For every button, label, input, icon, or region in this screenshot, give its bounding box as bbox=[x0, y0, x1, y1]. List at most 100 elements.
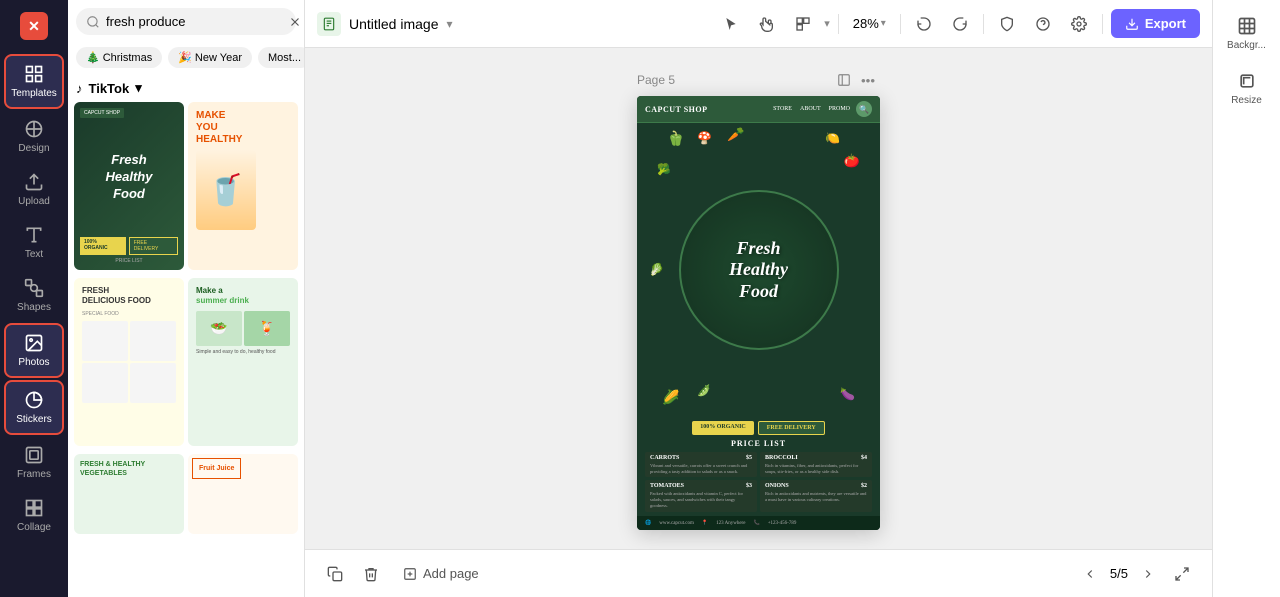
more-dots-icon: ••• bbox=[861, 73, 875, 88]
search-bar-container bbox=[76, 8, 296, 35]
undo-btn[interactable] bbox=[909, 9, 939, 39]
right-panel-background[interactable]: Backgr... bbox=[1219, 8, 1275, 59]
page-thumbnail-btn[interactable] bbox=[832, 68, 856, 92]
price-item-carrots: CARROTS $5 Vibrant and versatile, carrot… bbox=[645, 452, 757, 478]
poster-title-line3: Food bbox=[729, 281, 788, 303]
export-icon bbox=[1125, 17, 1139, 31]
view-caret: ▾ bbox=[824, 17, 830, 30]
next-page-icon bbox=[1141, 567, 1155, 581]
sidebar-item-stickers[interactable]: Stickers bbox=[4, 380, 64, 435]
next-page-btn[interactable] bbox=[1136, 562, 1160, 586]
divider-4 bbox=[1102, 14, 1103, 34]
logo-button[interactable]: ✕ bbox=[16, 8, 52, 44]
add-page-label: Add page bbox=[423, 566, 479, 581]
settings-btn[interactable] bbox=[1064, 9, 1094, 39]
hand-icon bbox=[759, 16, 775, 32]
veggie-pepper: 🫑 bbox=[667, 131, 684, 148]
poster-footer: 🌐 www.capcut.com 📍 123 Anywhere 📞 +123-4… bbox=[637, 516, 880, 530]
template-card-4[interactable]: Make asummer drink 🥗 🍹 Simple and easy t… bbox=[188, 278, 298, 446]
export-button[interactable]: Export bbox=[1111, 9, 1200, 38]
most-tag-label: Most... bbox=[268, 52, 301, 64]
poster-nav-search: 🔍 bbox=[856, 101, 872, 117]
sidebar-item-collage[interactable]: Collage bbox=[4, 490, 64, 541]
hand-tool-btn[interactable] bbox=[752, 9, 782, 39]
page-label: Page 5 bbox=[637, 73, 675, 87]
shapes-label: Shapes bbox=[17, 302, 51, 313]
poster-content: CAPCUT SHOP STORE ABOUT PROMO 🔍 🫑 🍄 bbox=[637, 96, 880, 530]
clear-search-icon[interactable] bbox=[288, 15, 302, 29]
veggie-corn: 🌽 bbox=[662, 390, 679, 407]
top-bar: Untitled image ▾ ▾ bbox=[305, 0, 1212, 48]
frames-label: Frames bbox=[17, 469, 51, 480]
canvas-poster[interactable]: CAPCUT SHOP STORE ABOUT PROMO 🔍 🫑 🍄 bbox=[637, 96, 880, 530]
christmas-tag-label: Christmas bbox=[103, 52, 153, 64]
price-list-title: PRICE LIST bbox=[645, 439, 872, 448]
page-more-btn[interactable]: ••• bbox=[856, 68, 880, 92]
poster-footer-website: www.capcut.com bbox=[659, 521, 694, 526]
search-input[interactable] bbox=[106, 14, 282, 29]
price-item-tomatoes: TOMATOES $3 Packed with antioxidants and… bbox=[645, 480, 757, 512]
prev-page-btn[interactable] bbox=[1078, 562, 1102, 586]
expand-canvas-btn[interactable] bbox=[1168, 560, 1196, 588]
document-title-caret[interactable]: ▾ bbox=[447, 17, 453, 31]
poster-title: Fresh Healthy Food bbox=[729, 238, 788, 303]
view-toggle-btn[interactable] bbox=[788, 9, 818, 39]
sidebar-item-frames[interactable]: Frames bbox=[4, 437, 64, 488]
page-label-row: Page 5 ••• bbox=[637, 68, 880, 92]
tag-new-year[interactable]: 🎉 New Year bbox=[168, 47, 252, 68]
help-btn[interactable] bbox=[1028, 9, 1058, 39]
poster-price-section: PRICE LIST CARROTS $5 Vibrant and versat… bbox=[637, 439, 880, 516]
tag-christmas[interactable]: 🎄 🎄 Christmas Christmas bbox=[76, 47, 162, 68]
thumbnail-icon bbox=[837, 73, 851, 87]
collage-icon bbox=[24, 498, 44, 518]
sidebar-item-text[interactable]: Text bbox=[4, 217, 64, 268]
sidebar-item-templates[interactable]: Templates bbox=[4, 54, 64, 109]
delete-page-btn[interactable] bbox=[357, 560, 385, 588]
template-card-5[interactable]: FRESH & HEALTHYVEGETABLES bbox=[74, 454, 184, 534]
divider-3 bbox=[983, 14, 984, 34]
photos-icon bbox=[24, 333, 44, 353]
templates-grid: CAPCUT SHOP FreshHealthyFood 100% ORGANI… bbox=[68, 102, 304, 597]
pointer-tool-btn[interactable] bbox=[716, 9, 746, 39]
section-header-tiktok[interactable]: ♪ TikTok ▾ bbox=[68, 76, 304, 102]
duplicate-page-btn[interactable] bbox=[321, 560, 349, 588]
pointer-icon bbox=[723, 16, 739, 32]
template-card-2[interactable]: MAKEYOUHEALTHY 🥤 bbox=[188, 102, 298, 270]
page-nav: 5/5 bbox=[1078, 562, 1160, 586]
search-icon bbox=[86, 15, 100, 29]
sidebar-item-upload[interactable]: Upload bbox=[4, 164, 64, 215]
poster-nav-store: STORE bbox=[773, 106, 792, 112]
right-panel-resize[interactable]: Resize bbox=[1219, 63, 1275, 114]
sidebar-item-design[interactable]: Design bbox=[4, 111, 64, 162]
background-label: Backgr... bbox=[1227, 40, 1266, 51]
sidebar-item-shapes[interactable]: Shapes bbox=[4, 270, 64, 321]
zoom-control[interactable]: 28% ▾ bbox=[847, 12, 892, 35]
sidebar-item-photos[interactable]: Photos bbox=[4, 323, 64, 378]
shield-btn[interactable] bbox=[992, 9, 1022, 39]
price-grid: CARROTS $5 Vibrant and versatile, carrot… bbox=[645, 452, 872, 512]
poster-footer-address: 123 Anywhere bbox=[716, 521, 745, 526]
platform-label: TikTok bbox=[89, 81, 130, 96]
view-icon bbox=[795, 16, 811, 32]
prev-page-icon bbox=[1083, 567, 1097, 581]
templates-col-right: MAKEYOUHEALTHY 🥤 Make asummer drink 🥗 🍹 … bbox=[188, 102, 298, 597]
document-title[interactable]: Untitled image bbox=[349, 16, 439, 32]
collage-label: Collage bbox=[17, 522, 51, 533]
text-label: Text bbox=[25, 249, 43, 260]
canvas-area: Page 5 ••• CAPCUT SHOP STOR bbox=[305, 48, 1212, 549]
veggie-mushroom: 🍄 bbox=[697, 131, 712, 146]
zoom-caret: ▾ bbox=[881, 18, 886, 29]
frames-icon bbox=[24, 445, 44, 465]
poster-circle-area: 🫑 🍄 🥕 🍋 🍅 🍆 🌽 🥬 🥦 🫛 Fresh bbox=[637, 123, 880, 417]
stickers-icon bbox=[24, 390, 44, 410]
template-card-6[interactable]: Fruit Juice bbox=[188, 454, 298, 534]
template-card-3[interactable]: FRESHDELICIOUS FOOD SPECIAL FOOD ➤ bbox=[74, 278, 184, 446]
tag-most[interactable]: Most... bbox=[258, 47, 304, 68]
main-area: Untitled image ▾ ▾ bbox=[305, 0, 1212, 597]
price-item-onions: ONIONS $2 Rich in antioxidants and nutri… bbox=[760, 480, 872, 512]
template-card-1[interactable]: CAPCUT SHOP FreshHealthyFood 100% ORGANI… bbox=[74, 102, 184, 270]
add-page-btn[interactable]: Add page bbox=[393, 560, 489, 587]
upload-icon bbox=[24, 172, 44, 192]
poster-nav-about: ABOUT bbox=[800, 106, 821, 112]
redo-btn[interactable] bbox=[945, 9, 975, 39]
